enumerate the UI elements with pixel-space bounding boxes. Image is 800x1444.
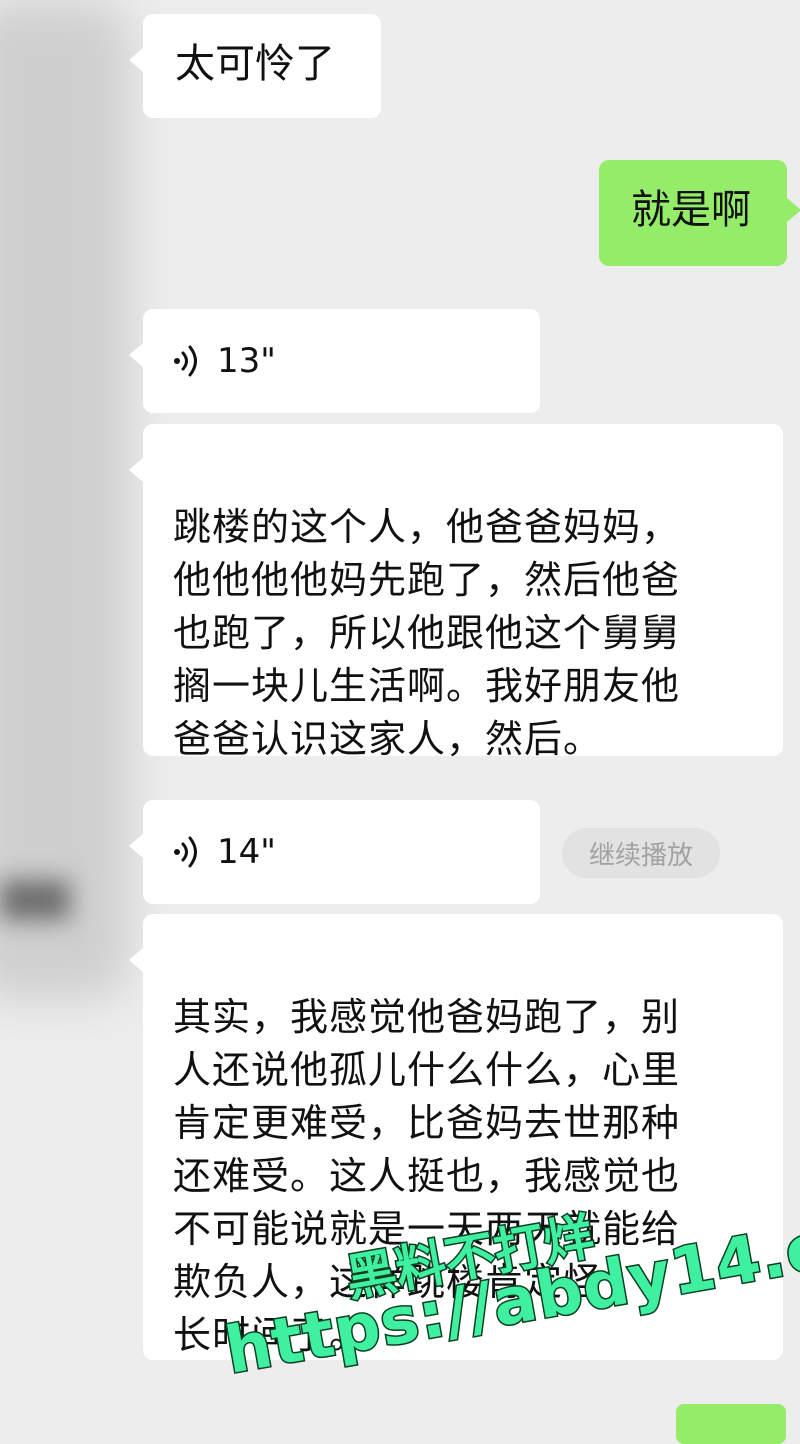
voice-message[interactable]: 14"	[129, 800, 540, 904]
message-bubble-outgoing[interactable]: 就是啊	[599, 160, 800, 266]
message-text: 太可怜了	[175, 41, 335, 87]
message-bubble[interactable]: 跳楼的这个人，他爸爸妈妈， 他他他他妈先跑了，然后他爸 也跑了，所以他跟他这个舅…	[129, 424, 783, 761]
blurred-avatar	[0, 0, 130, 1000]
continue-play-button[interactable]: 继续播放	[562, 828, 720, 878]
message-text: 跳楼的这个人，他爸爸妈妈， 他他他他妈先跑了，然后他爸 也跑了，所以他跟他这个舅…	[173, 505, 681, 761]
voice-wave-icon	[174, 836, 197, 868]
message-bubble-outgoing-partial[interactable]	[676, 1404, 786, 1444]
blurred-avatar-shadow	[0, 880, 70, 920]
voice-wave-icon	[174, 345, 197, 377]
voice-duration: 13"	[217, 341, 276, 381]
message-bubble[interactable]: 太可怜了	[129, 14, 381, 118]
voice-duration: 14"	[217, 832, 276, 872]
message-text: 就是啊	[631, 187, 751, 233]
voice-message[interactable]: 13"	[129, 309, 540, 413]
